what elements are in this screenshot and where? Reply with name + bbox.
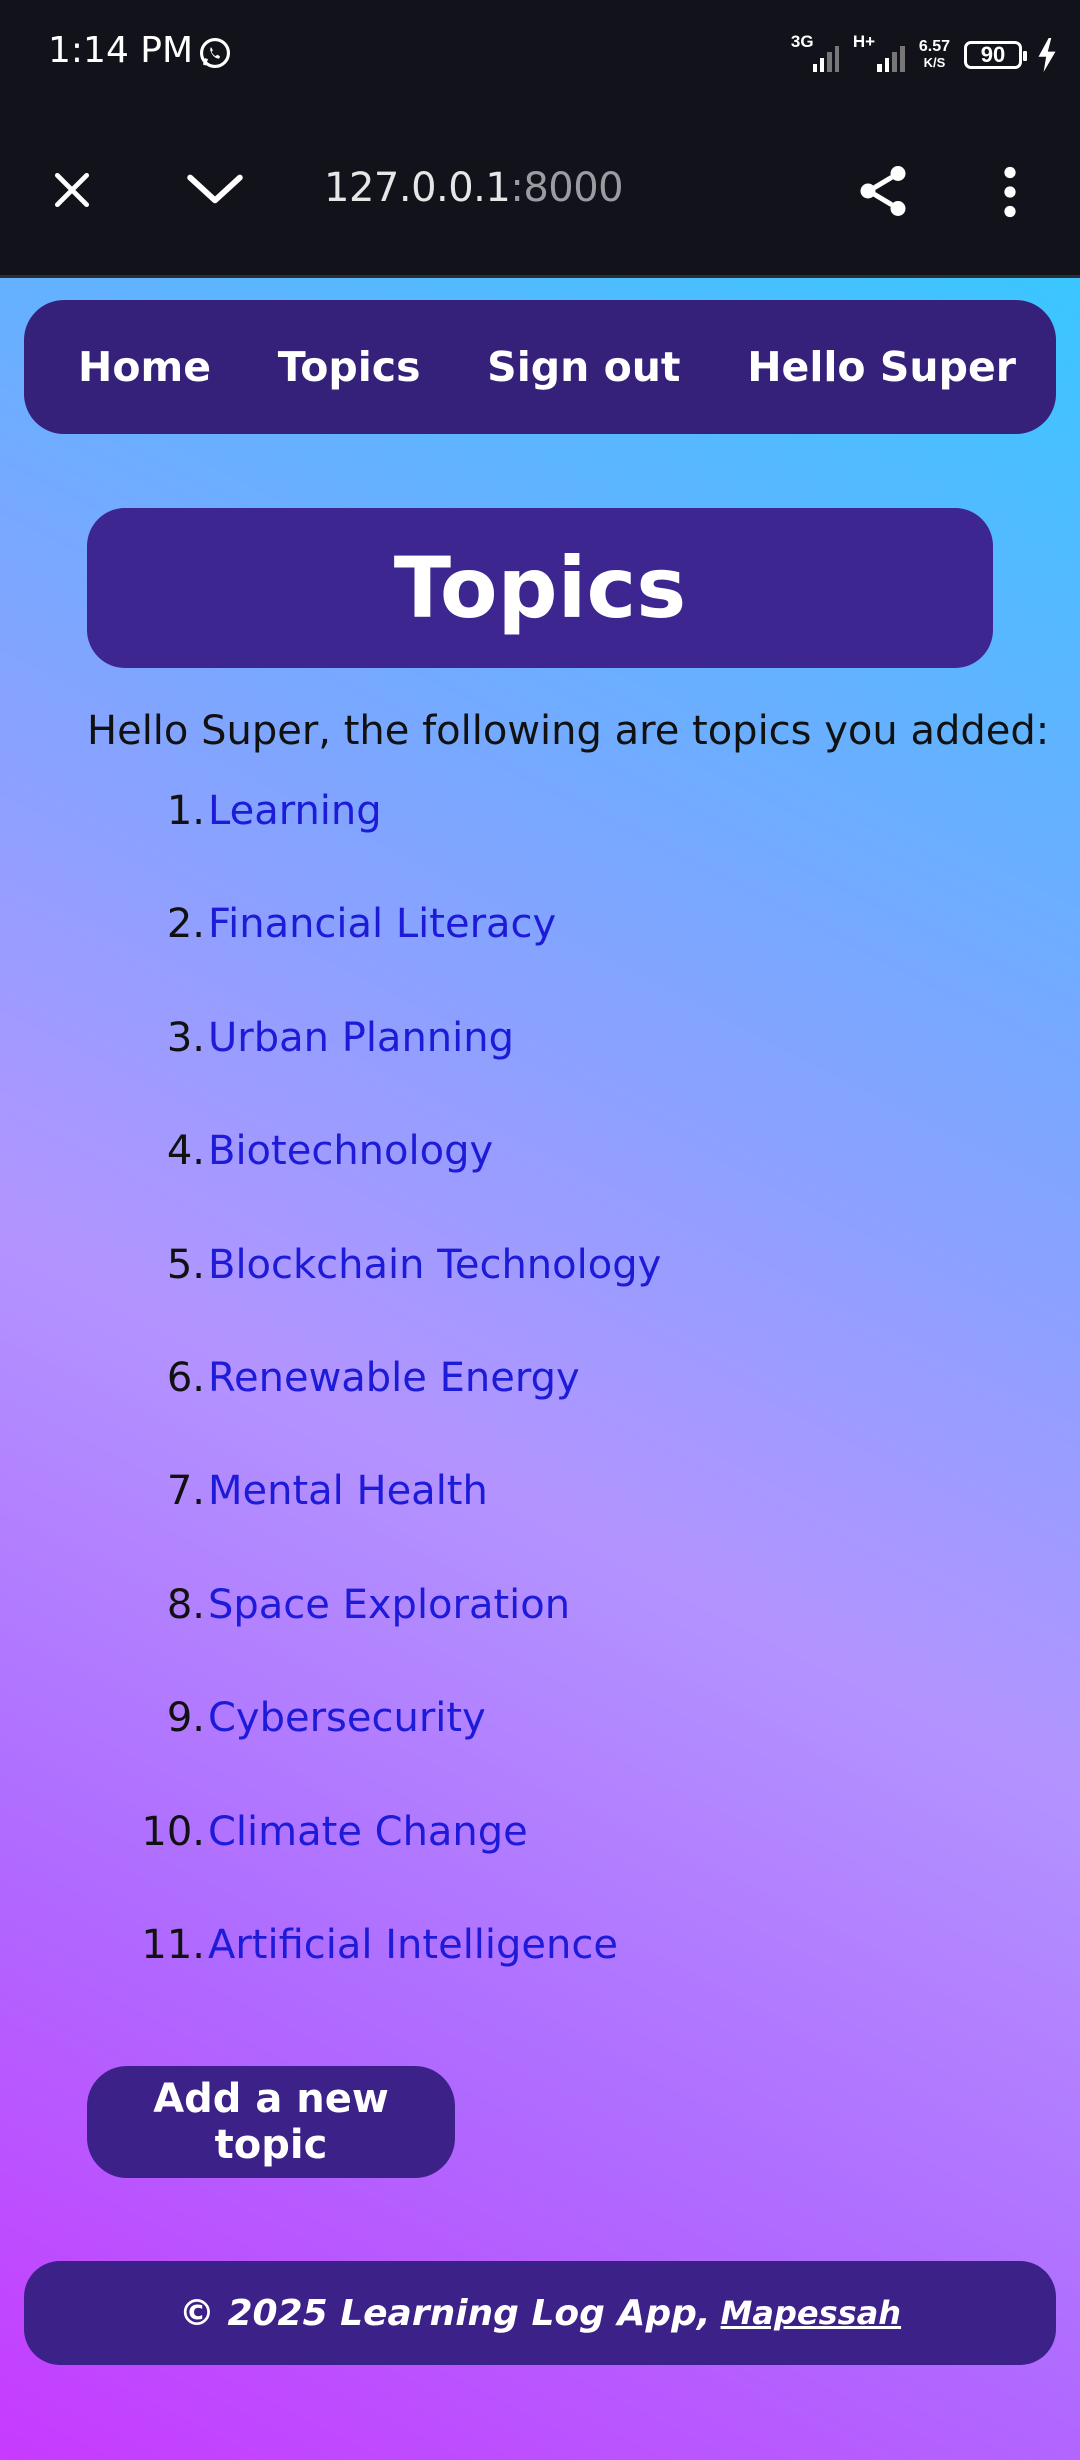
topic-link[interactable]: Artificial Intelligence xyxy=(208,1922,618,1968)
list-number: 11. xyxy=(141,1921,205,1968)
list-item: 5. Blockchain Technology xyxy=(0,1242,1080,1355)
chevron-down-icon xyxy=(187,174,243,204)
list-item: 11. Artificial Intelligence xyxy=(0,1922,1080,2035)
topic-link[interactable]: Biotechnology xyxy=(208,1128,493,1174)
list-number: 8. xyxy=(166,1581,205,1628)
list-number: 7. xyxy=(166,1468,205,1515)
topics-list: 1. Learning 2. Financial Literacy 3. Urban … xyxy=(0,788,1080,2035)
signal-hplus-icon: H+ xyxy=(853,32,905,72)
topic-link[interactable]: Mental Health xyxy=(208,1468,488,1514)
intro-text: Hello Super, the following are topics yo… xyxy=(87,708,1050,754)
topic-link[interactable]: Learning xyxy=(208,788,382,834)
list-number: 3. xyxy=(166,1014,205,1061)
list-number: 1. xyxy=(166,788,205,834)
list-number: 6. xyxy=(166,1354,205,1401)
list-number: 4. xyxy=(166,1128,205,1175)
list-item: 4. Biotechnology xyxy=(0,1128,1080,1241)
add-topic-button[interactable]: Add a new topic xyxy=(87,2066,455,2178)
page-title: Topics xyxy=(393,539,687,637)
topic-link[interactable]: Renewable Energy xyxy=(208,1355,580,1401)
nav-user-greeting[interactable]: Hello Super xyxy=(747,343,1016,391)
whatsapp-icon xyxy=(199,37,231,69)
list-number: 5. xyxy=(166,1241,205,1288)
nav-sign-out[interactable]: Sign out xyxy=(487,343,680,391)
page-content: Home Topics Sign out Hello Super Topics … xyxy=(0,278,1080,2460)
close-icon xyxy=(54,172,90,208)
topic-link[interactable]: Cybersecurity xyxy=(208,1695,486,1741)
more-options-button[interactable] xyxy=(990,160,1030,224)
list-item: 2. Financial Literacy xyxy=(0,901,1080,1014)
list-item: 8. Space Exploration xyxy=(0,1582,1080,1695)
close-tab-button[interactable] xyxy=(42,160,102,220)
charging-icon xyxy=(1038,38,1056,72)
footer-text: © 2025 Learning Log App, xyxy=(178,2292,711,2334)
list-item: 3. Urban Planning xyxy=(0,1015,1080,1128)
top-navbar: Home Topics Sign out Hello Super xyxy=(24,300,1056,434)
status-indicators: 3G H+ 6.57 K/S 90 xyxy=(791,30,1058,80)
topic-link[interactable]: Blockchain Technology xyxy=(208,1242,661,1288)
list-item: 9. Cybersecurity xyxy=(0,1695,1080,1808)
share-icon xyxy=(860,166,906,216)
nav-home[interactable]: Home xyxy=(78,343,211,391)
browser-toolbar: 127.0.0.1:8000 xyxy=(0,110,1080,278)
url-bar[interactable]: 127.0.0.1:8000 xyxy=(324,165,624,211)
signal-3g-icon: 3G xyxy=(791,32,839,72)
battery-icon: 90 xyxy=(964,41,1027,69)
page-title-box: Topics xyxy=(87,508,993,668)
list-number: 9. xyxy=(166,1695,205,1742)
share-button[interactable] xyxy=(850,158,916,224)
url-port: :8000 xyxy=(510,165,624,211)
topic-link[interactable]: Financial Literacy xyxy=(208,901,556,947)
footer-author-link[interactable]: Mapessah xyxy=(721,2294,902,2332)
list-number: 2. xyxy=(166,901,205,948)
topic-link[interactable]: Space Exploration xyxy=(208,1582,570,1628)
battery-level: 90 xyxy=(980,42,1006,67)
list-item: 10. Climate Change xyxy=(0,1809,1080,1922)
minimize-button[interactable] xyxy=(180,160,250,220)
list-item: 7. Mental Health xyxy=(0,1468,1080,1581)
status-time: 1:14 PM xyxy=(48,30,194,71)
topic-link[interactable]: Climate Change xyxy=(208,1809,528,1855)
list-item: 1. Learning xyxy=(0,788,1080,901)
list-number: 10. xyxy=(141,1808,205,1855)
more-vertical-icon xyxy=(1004,166,1016,218)
list-item: 6. Renewable Energy xyxy=(0,1355,1080,1468)
footer: © 2025 Learning Log App, Mapessah xyxy=(24,2261,1056,2365)
network-speed: 6.57 K/S xyxy=(918,38,950,71)
url-host: 127.0.0.1 xyxy=(324,165,511,211)
topic-link[interactable]: Urban Planning xyxy=(208,1015,514,1061)
nav-topics[interactable]: Topics xyxy=(278,343,421,391)
status-bar: 1:14 PM 3G H+ 6.57 K/S 90 xyxy=(0,0,1080,110)
